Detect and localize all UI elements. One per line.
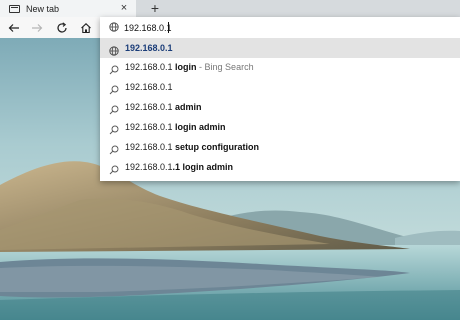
suggestion-item[interactable]: 192.168.0.1 — [100, 77, 460, 97]
address-suggestions-dropdown: 192.168.0.1192.168.0.1 login - Bing Sear… — [100, 17, 460, 181]
home-button[interactable] — [76, 18, 96, 37]
search-icon — [109, 162, 119, 180]
new-tab-button[interactable]: + — [148, 0, 162, 16]
suggestion-text: 192.168.0.1.1 login admin — [125, 157, 233, 177]
tab-new-tab[interactable]: New tab × — [0, 0, 136, 17]
back-arrow-icon — [8, 23, 19, 32]
suggestion-item[interactable]: 192.168.0.1 login - Bing Search — [100, 57, 460, 77]
suggestion-query: 192.168.0.1 — [125, 43, 173, 53]
forward-button[interactable] — [27, 18, 47, 37]
suggestion-query: 192.168.0.1 — [125, 102, 176, 112]
address-bar[interactable] — [100, 17, 460, 38]
suggestion-source: - Bing Search — [196, 62, 254, 72]
suggestion-completion: setup configuration — [175, 142, 260, 152]
suggestion-completion: admin — [175, 102, 202, 112]
refresh-button[interactable] — [52, 18, 72, 37]
suggestion-query: 192.168.0.1 — [125, 162, 173, 172]
suggestion-text: 192.168.0.1 setup configuration — [125, 137, 259, 157]
suggestion-item[interactable]: 192.168.0.1 — [100, 38, 460, 58]
tab-title: New tab — [26, 3, 60, 14]
suggestion-text: 192.168.0.1 login admin — [125, 117, 226, 137]
suggestion-query: 192.168.0.1 — [125, 122, 176, 132]
suggestion-text: 192.168.0.1 login - Bing Search — [125, 57, 254, 77]
suggestion-item[interactable]: 192.168.0.1 setup configuration — [100, 137, 460, 157]
home-icon — [81, 22, 91, 33]
suggestion-completion: .1 login admin — [172, 162, 234, 172]
suggestion-completion: login — [175, 62, 197, 72]
tab-page-icon — [9, 4, 20, 13]
suggestion-item[interactable]: 192.168.0.1 login admin — [100, 117, 460, 137]
suggestion-text: 192.168.0.1 — [125, 38, 173, 58]
forward-arrow-icon — [32, 23, 43, 32]
address-input[interactable] — [124, 20, 444, 35]
suggestion-text: 192.168.0.1 admin — [125, 97, 202, 117]
suggestion-item[interactable]: 192.168.0.1 admin — [100, 97, 460, 117]
suggestion-query: 192.168.0.1 — [125, 142, 176, 152]
suggestion-query: 192.168.0.1 — [125, 82, 173, 92]
tab-strip: New tab × + — [0, 0, 460, 17]
globe-icon — [109, 22, 119, 32]
close-tab-icon[interactable]: × — [118, 2, 130, 14]
suggestion-item[interactable]: 192.168.0.1.1 login admin — [100, 157, 460, 177]
text-caret — [168, 22, 169, 33]
suggestion-text: 192.168.0.1 — [125, 77, 173, 97]
suggestion-completion: login admin — [175, 122, 226, 132]
refresh-icon — [57, 21, 67, 33]
back-button[interactable] — [4, 18, 24, 37]
suggestion-query: 192.168.0.1 — [125, 62, 176, 72]
